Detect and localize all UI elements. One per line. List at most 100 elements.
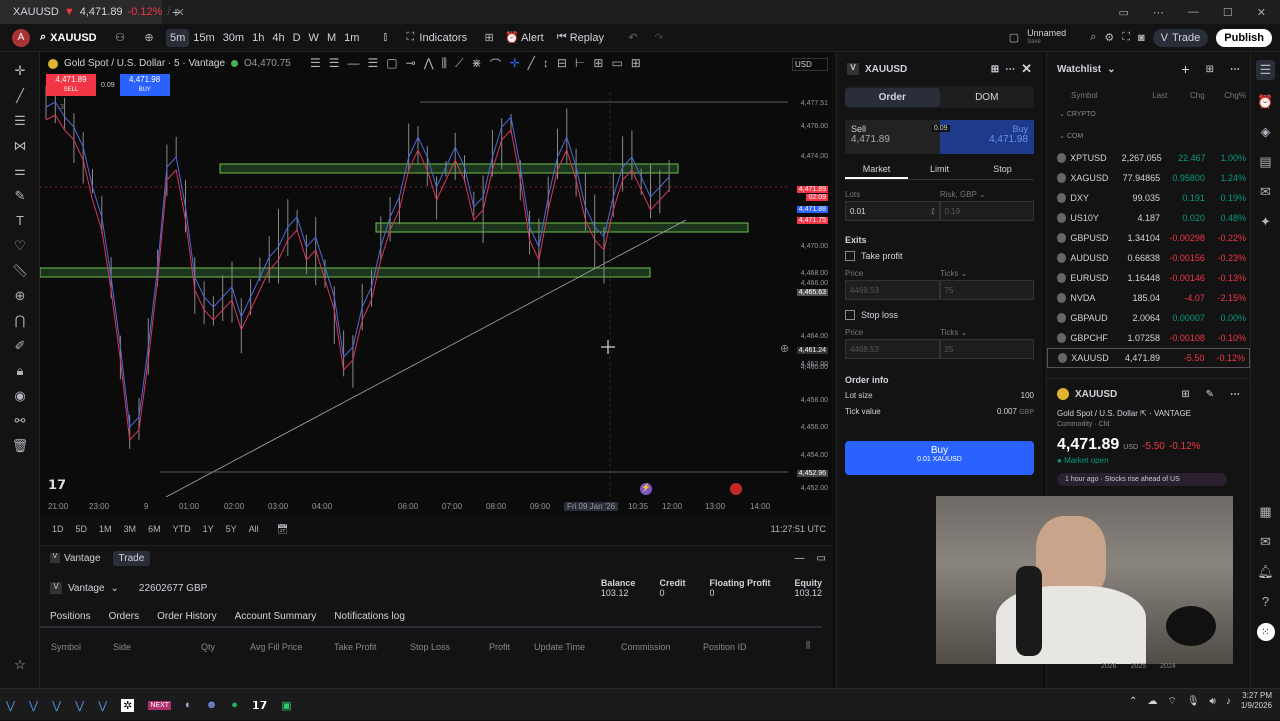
watchlist-row[interactable]: EURUSD1.16448-0.00146-0.13% (1047, 268, 1250, 288)
watchlist-layout-icon[interactable]: ⊞ (1206, 64, 1214, 75)
redo-icon[interactable]: ↷ (646, 31, 672, 44)
ruler-icon[interactable]: 📏︎ (0, 258, 40, 283)
order-buy-box[interactable]: Buy 4,471.98 (940, 120, 1035, 154)
tab-dom[interactable]: DOM (940, 92, 1035, 103)
type-limit[interactable]: Limit (908, 164, 971, 179)
taskbar-app-3-icon[interactable]: ⋁ (52, 699, 61, 712)
taskbar-app-1-icon[interactable]: ⋁ (6, 699, 15, 712)
help-sidebar-icon[interactable]: ? (1262, 594, 1269, 609)
taskbar-settings-icon[interactable]: ✲ (121, 699, 134, 712)
col-qty[interactable]: Qty (201, 642, 215, 652)
maximize-panel-icon[interactable]: ▭ (817, 553, 826, 564)
tool-strip-12-icon[interactable]: ✛ (510, 56, 520, 73)
tool-strip-4-icon[interactable]: ☰ (368, 56, 379, 73)
tf-15m[interactable]: 15m (189, 29, 218, 47)
stop-loss-checkbox[interactable] (845, 310, 855, 320)
crosshair-icon[interactable]: ✛ (0, 58, 40, 83)
wl-col-pct[interactable]: Chg% (1205, 91, 1246, 100)
sl-ticks-input[interactable]: 25 (940, 339, 1035, 359)
percent-icon[interactable]: ⁒ (931, 207, 935, 216)
position-icon[interactable]: ⚌ (0, 158, 40, 183)
alerts-sidebar-icon[interactable]: ⏰ (1257, 94, 1273, 110)
calendar2-sidebar-icon[interactable]: ▦ (1259, 504, 1271, 520)
taskbar-app-2-icon[interactable]: ⋁ (29, 699, 38, 712)
fib-icon[interactable]: ☰ (0, 108, 40, 133)
minimize-panel-icon[interactable]: — (795, 553, 805, 564)
tf-w[interactable]: W (305, 29, 323, 47)
subtab-positions[interactable]: Positions (50, 611, 91, 622)
watchlist-row[interactable]: GBPCHF1.07258-0.00108-0.10% (1047, 328, 1250, 348)
price-chart[interactable]: Gold Spot / U.S. Dollar · 5 · Vantage O4… (40, 52, 832, 497)
taskbar-steam-icon[interactable]: ◐ (185, 699, 192, 711)
order-layout-icon[interactable]: ⊞ (991, 64, 999, 75)
range-ytd[interactable]: YTD (173, 524, 191, 534)
undo-icon[interactable]: ↶ (620, 31, 646, 44)
watchlist-row[interactable]: XAUUSD4,471.89-5.50-0.12% (1047, 348, 1250, 368)
tf-4h[interactable]: 4h (268, 29, 288, 47)
account-chevron-icon[interactable]: ⌄ (111, 583, 119, 594)
tool-strip-16-icon[interactable]: ⊢ (575, 56, 585, 73)
flag-icon[interactable] (730, 483, 742, 495)
col-avg-price[interactable]: Avg Fill Price (250, 642, 302, 652)
tool-strip-8-icon[interactable]: ⫼ (442, 56, 448, 73)
range-1d[interactable]: 1D (52, 524, 64, 534)
time-axis[interactable]: 21:0023:00901:0002:0003:0004:0006:0007:0… (40, 497, 832, 515)
sl-ticks-selector[interactable]: Ticks ⌄ (940, 328, 1034, 337)
watchlist-title[interactable]: Watchlist (1057, 64, 1101, 75)
taskbar-spotify-icon[interactable]: ● (231, 699, 238, 711)
minimize-icon[interactable]: — (1188, 6, 1199, 19)
tool-strip-6-icon[interactable]: ⊸ (406, 56, 416, 73)
tray-chevron-icon[interactable]: ⌃ (1129, 696, 1137, 707)
new-tab-icon[interactable]: + (162, 4, 190, 20)
watchlist-sidebar-icon[interactable]: ☰ (1256, 60, 1276, 80)
place-buy-button[interactable]: Buy 0.01 XAUUSD (845, 441, 1034, 475)
replay-button[interactable]: Replay (570, 32, 604, 44)
col-side[interactable]: Side (113, 642, 131, 652)
taskbar-app-5-icon[interactable]: ⋁ (98, 699, 107, 712)
detail-edit-icon[interactable]: ✎ (1206, 389, 1214, 400)
tf-d[interactable]: D (289, 29, 305, 47)
close-window-icon[interactable]: ✕ (1257, 6, 1266, 19)
range-5d[interactable]: 5D (76, 524, 88, 534)
watchlist-row[interactable]: US10Y4.1870.0200.48% (1047, 208, 1250, 228)
watchlist-chevron-icon[interactable]: ⌄ (1107, 64, 1115, 75)
tray-wifi-icon[interactable]: ⌔ (1167, 695, 1176, 708)
browser-tab[interactable]: XAUUSD ▼ 4,471.89 -0.12% / ✕ (0, 0, 162, 24)
tool-strip-13-icon[interactable]: ╱ (528, 56, 535, 73)
notifications-sidebar-icon[interactable]: 🔔︎ (1257, 564, 1274, 580)
chat-sidebar-icon[interactable]: ✉ (1260, 184, 1271, 200)
watchlist-row[interactable]: NVDA185.04-4.07-2.15% (1047, 288, 1250, 308)
tool-strip-14-icon[interactable]: ↕ (543, 56, 549, 73)
tool-strip-11-icon[interactable]: ⌒ (490, 56, 502, 73)
tray-clock[interactable]: 3:27 PM 1/9/2026 (1241, 691, 1272, 711)
goto-date-icon[interactable]: 📅︎ (277, 524, 288, 535)
risk-input[interactable]: 0.19 (940, 201, 1035, 221)
col-commission[interactable]: Commission (621, 642, 671, 652)
wl-col-last[interactable]: Last (1128, 91, 1167, 100)
alert-button[interactable]: Alert (521, 32, 544, 44)
columns-menu-icon[interactable]: ⫼ (806, 640, 810, 651)
subtab-summary[interactable]: Account Summary (235, 611, 317, 622)
section-crypto[interactable]: ⌄ CRYPTO (1047, 104, 1250, 126)
take-profit-checkbox[interactable] (845, 251, 855, 261)
watchlist-row[interactable]: GBPAUD2.00640.000070.00% (1047, 308, 1250, 328)
zoom-icon[interactable]: ⊕ (0, 283, 40, 308)
chat2-sidebar-icon[interactable]: ✉ (1260, 534, 1271, 550)
col-update-time[interactable]: Update Time (534, 642, 585, 652)
heart-icon[interactable]: ♡ (0, 233, 40, 258)
lock-drawing-icon[interactable]: ✐ (0, 333, 40, 358)
price-axis[interactable]: 4,477.514,476.004,474.004,471.8902:094,4… (790, 52, 832, 497)
tool-strip-15-icon[interactable]: ⊟ (557, 56, 567, 73)
col-symbol[interactable]: Symbol (51, 642, 81, 652)
risk-selector[interactable]: Risk, GBP ⌄ (940, 190, 1034, 199)
tray-sound-icon[interactable]: ♪ (1226, 696, 1231, 707)
tool-strip-9-icon[interactable]: ⟋ (455, 56, 463, 73)
symbol-search[interactable]: ⌕ XAUUSD (40, 31, 104, 44)
taskbar-discord-icon[interactable]: ☻ (206, 699, 218, 711)
lots-input[interactable]: 0.01⁒ (845, 201, 940, 221)
tool-strip-7-icon[interactable]: ⋀ (424, 56, 434, 73)
add-alert-icon[interactable]: ⊕ (780, 342, 789, 355)
subtab-history[interactable]: Order History (157, 611, 216, 622)
tp-ticks-selector[interactable]: Ticks ⌄ (940, 269, 1034, 278)
type-market[interactable]: Market (845, 164, 908, 179)
